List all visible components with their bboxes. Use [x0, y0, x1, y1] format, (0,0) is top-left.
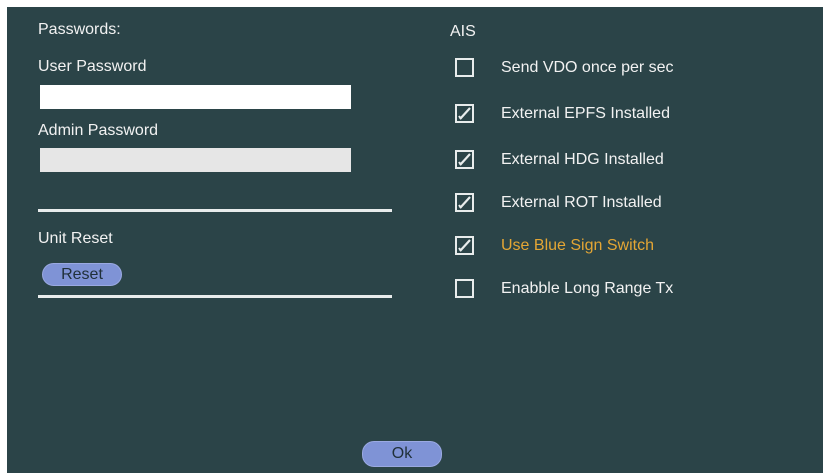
- checkmark-icon: [458, 239, 471, 252]
- ok-button[interactable]: Ok: [362, 441, 442, 467]
- checkbox[interactable]: [455, 193, 474, 212]
- checkbox[interactable]: [455, 104, 474, 123]
- checkbox[interactable]: [455, 236, 474, 255]
- checkbox-label[interactable]: Send VDO once per sec: [501, 59, 674, 77]
- unit-reset-heading: Unit Reset: [38, 230, 113, 247]
- checkbox-label[interactable]: Use Blue Sign Switch: [501, 237, 654, 255]
- ais-heading: AIS: [450, 23, 476, 40]
- reset-button[interactable]: Reset: [42, 263, 122, 286]
- checkbox[interactable]: [455, 150, 474, 169]
- checkbox[interactable]: [455, 58, 474, 77]
- section-divider: [38, 209, 392, 212]
- section-divider: [38, 295, 392, 298]
- user-password-label: User Password: [38, 58, 147, 75]
- checkmark-icon: [458, 153, 471, 166]
- checkbox-label[interactable]: External HDG Installed: [501, 151, 664, 169]
- checkbox-label[interactable]: Enabble Long Range Tx: [501, 280, 673, 298]
- checkbox[interactable]: [455, 279, 474, 298]
- settings-panel: Passwords: User Password Admin Password …: [7, 7, 823, 473]
- checkbox-label[interactable]: External EPFS Installed: [501, 105, 670, 123]
- user-password-field[interactable]: [40, 85, 351, 109]
- checkmark-icon: [458, 196, 471, 209]
- passwords-heading: Passwords:: [38, 21, 121, 38]
- admin-password-label: Admin Password: [38, 122, 159, 139]
- checkmark-icon: [458, 107, 471, 120]
- admin-password-field[interactable]: [40, 148, 351, 172]
- checkbox-label[interactable]: External ROT Installed: [501, 194, 662, 212]
